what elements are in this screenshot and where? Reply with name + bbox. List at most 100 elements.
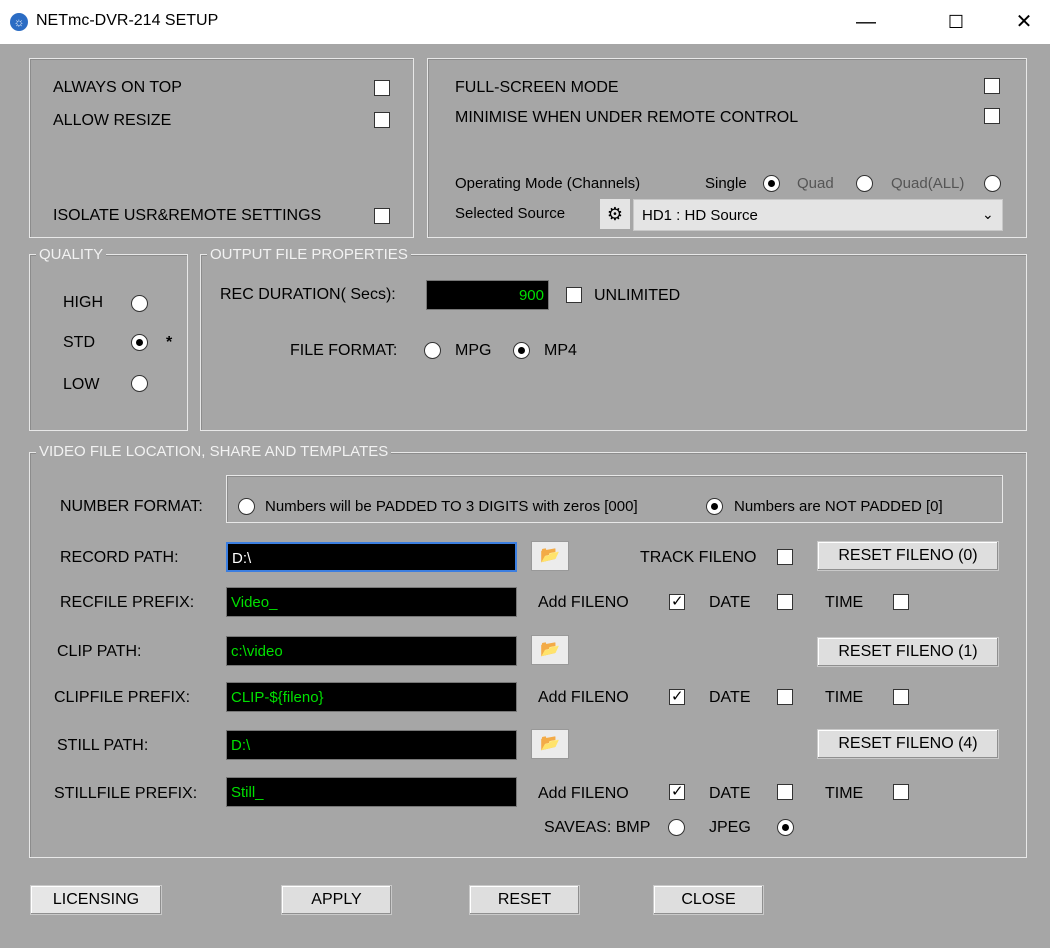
saveas-bmp-label: SAVEAS: BMP xyxy=(544,819,651,836)
clip-add-fileno-checkbox[interactable] xyxy=(669,687,685,705)
rec-time-label: TIME xyxy=(825,594,864,611)
clip-path-folder-button[interactable]: 📂 xyxy=(531,635,569,665)
licensing-button[interactable]: LICENSING xyxy=(30,885,162,915)
allow-resize-checkbox[interactable] xyxy=(374,112,390,128)
clip-time-checkbox[interactable] xyxy=(893,689,909,705)
single-label: Single xyxy=(705,175,747,192)
padded-radio[interactable] xyxy=(238,498,255,515)
high-label: HIGH xyxy=(63,294,103,311)
rec-time-checkbox[interactable] xyxy=(893,594,909,610)
still-time-checkbox[interactable] xyxy=(893,784,909,800)
clip-date-checkbox[interactable] xyxy=(777,689,793,705)
unlimited-label: UNLIMITED xyxy=(594,287,681,304)
jpeg-label: JPEG xyxy=(709,819,751,836)
record-path-label: RECORD PATH: xyxy=(60,549,179,566)
close-window-button[interactable]: ✕ xyxy=(998,0,1050,44)
still-path-label: STILL PATH: xyxy=(57,737,149,754)
minimize-button[interactable]: — xyxy=(840,0,892,44)
recfile-prefix-input[interactable]: Video_ xyxy=(226,587,517,617)
track-fileno-label: TRACK FILENO xyxy=(640,549,757,566)
folder-open-icon: 📂 xyxy=(540,735,560,752)
quad-all-label: Quad(ALL) xyxy=(891,175,965,192)
recfile-prefix-label: RECFILE PREFIX: xyxy=(60,594,195,611)
clip-path-label: CLIP PATH: xyxy=(57,643,142,660)
minimise-checkbox[interactable] xyxy=(984,108,1000,124)
quality-legend: QUALITY xyxy=(36,246,107,263)
clip-add-fileno-label: Add FILENO xyxy=(538,689,629,706)
reset-fileno-4-button[interactable]: RESET FILENO (4) xyxy=(817,729,999,759)
still-add-fileno-checkbox[interactable] xyxy=(669,782,685,800)
output-legend: OUTPUT FILE PROPERTIES xyxy=(207,246,411,263)
stillfile-prefix-input[interactable]: Still_ xyxy=(226,777,517,807)
std-label: STD xyxy=(63,334,95,351)
mp4-label: MP4 xyxy=(544,342,577,359)
padded-label: Numbers will be PADDED TO 3 DIGITS with … xyxy=(265,498,638,515)
quad-all-radio[interactable] xyxy=(984,175,1001,192)
single-radio[interactable] xyxy=(763,175,780,192)
jpeg-radio[interactable] xyxy=(777,819,794,836)
track-fileno-checkbox[interactable] xyxy=(777,549,793,565)
chevron-down-icon: ⌄ xyxy=(982,206,994,222)
default-marker: * xyxy=(166,334,173,351)
record-path-input[interactable]: D:\ xyxy=(226,542,517,572)
isolate-settings-checkbox[interactable] xyxy=(374,208,390,224)
record-path-folder-button[interactable]: 📂 xyxy=(531,541,569,571)
mp4-radio[interactable] xyxy=(513,342,530,359)
quad-radio[interactable] xyxy=(856,175,873,192)
still-path-folder-button[interactable]: 📂 xyxy=(531,729,569,759)
apply-button[interactable]: APPLY xyxy=(281,885,392,915)
file-format-label: FILE FORMAT: xyxy=(290,342,398,359)
full-screen-label: FULL-SCREEN MODE xyxy=(455,79,619,96)
still-add-fileno-label: Add FILENO xyxy=(538,785,629,802)
maximize-button[interactable]: ☐ xyxy=(930,0,982,44)
bmp-radio[interactable] xyxy=(668,819,685,836)
close-button[interactable]: CLOSE xyxy=(653,885,764,915)
rec-date-checkbox[interactable] xyxy=(777,594,793,610)
full-screen-checkbox[interactable] xyxy=(984,78,1000,94)
rec-date-label: DATE xyxy=(709,594,751,611)
stillfile-prefix-label: STILLFILE PREFIX: xyxy=(54,785,198,802)
clip-date-label: DATE xyxy=(709,689,751,706)
clip-path-input[interactable]: c:\video xyxy=(226,636,517,666)
always-on-top-label: ALWAYS ON TOP xyxy=(53,79,182,96)
clipfile-prefix-label: CLIPFILE PREFIX: xyxy=(54,689,191,706)
video-legend: VIDEO FILE LOCATION, SHARE AND TEMPLATES xyxy=(36,443,392,460)
unlimited-checkbox[interactable] xyxy=(566,287,582,303)
setup-panel: ALWAYS ON TOP ALLOW RESIZE ISOLATE USR&R… xyxy=(0,44,1050,948)
folder-open-icon: 📂 xyxy=(540,641,560,658)
low-radio[interactable] xyxy=(131,375,148,392)
std-radio[interactable] xyxy=(131,334,148,351)
allow-resize-label: ALLOW RESIZE xyxy=(53,112,172,129)
app-logo-icon: ☼ xyxy=(10,13,28,31)
rec-add-fileno-checkbox[interactable] xyxy=(669,592,685,610)
rec-duration-label: REC DURATION( Secs): xyxy=(220,286,396,303)
rec-duration-input[interactable]: 900 xyxy=(426,280,549,310)
number-format-label: NUMBER FORMAT: xyxy=(60,498,203,515)
not-padded-label: Numbers are NOT PADDED [0] xyxy=(734,498,943,515)
still-date-checkbox[interactable] xyxy=(777,784,793,800)
not-padded-radio[interactable] xyxy=(706,498,723,515)
operating-mode-label: Operating Mode (Channels) xyxy=(455,175,641,192)
clip-time-label: TIME xyxy=(825,689,864,706)
isolate-settings-label: ISOLATE USR&REMOTE SETTINGS xyxy=(53,207,322,224)
mpg-radio[interactable] xyxy=(424,342,441,359)
selected-source-label: Selected Source xyxy=(455,205,566,222)
always-on-top-checkbox[interactable] xyxy=(374,80,390,96)
reset-fileno-0-button[interactable]: RESET FILENO (0) xyxy=(817,541,999,571)
reset-button[interactable]: RESET xyxy=(469,885,580,915)
reset-fileno-1-button[interactable]: RESET FILENO (1) xyxy=(817,637,999,667)
title-bar: ☼ NETmc-DVR-214 SETUP — ☐ ✕ xyxy=(0,0,1050,44)
still-date-label: DATE xyxy=(709,785,751,802)
source-select-value: HD1 : HD Source xyxy=(642,207,758,224)
clipfile-prefix-input[interactable]: CLIP-${fileno} xyxy=(226,682,517,712)
window-title: NETmc-DVR-214 SETUP xyxy=(36,12,219,29)
high-radio[interactable] xyxy=(131,295,148,312)
still-path-input[interactable]: D:\ xyxy=(226,730,517,760)
mpg-label: MPG xyxy=(455,342,492,359)
source-select[interactable]: HD1 : HD Source ⌄ xyxy=(633,199,1003,231)
quality-group xyxy=(29,254,188,431)
low-label: LOW xyxy=(63,376,100,393)
quad-label: Quad xyxy=(797,175,834,192)
still-time-label: TIME xyxy=(825,785,864,802)
gear-icon[interactable]: ⚙ xyxy=(600,199,630,229)
